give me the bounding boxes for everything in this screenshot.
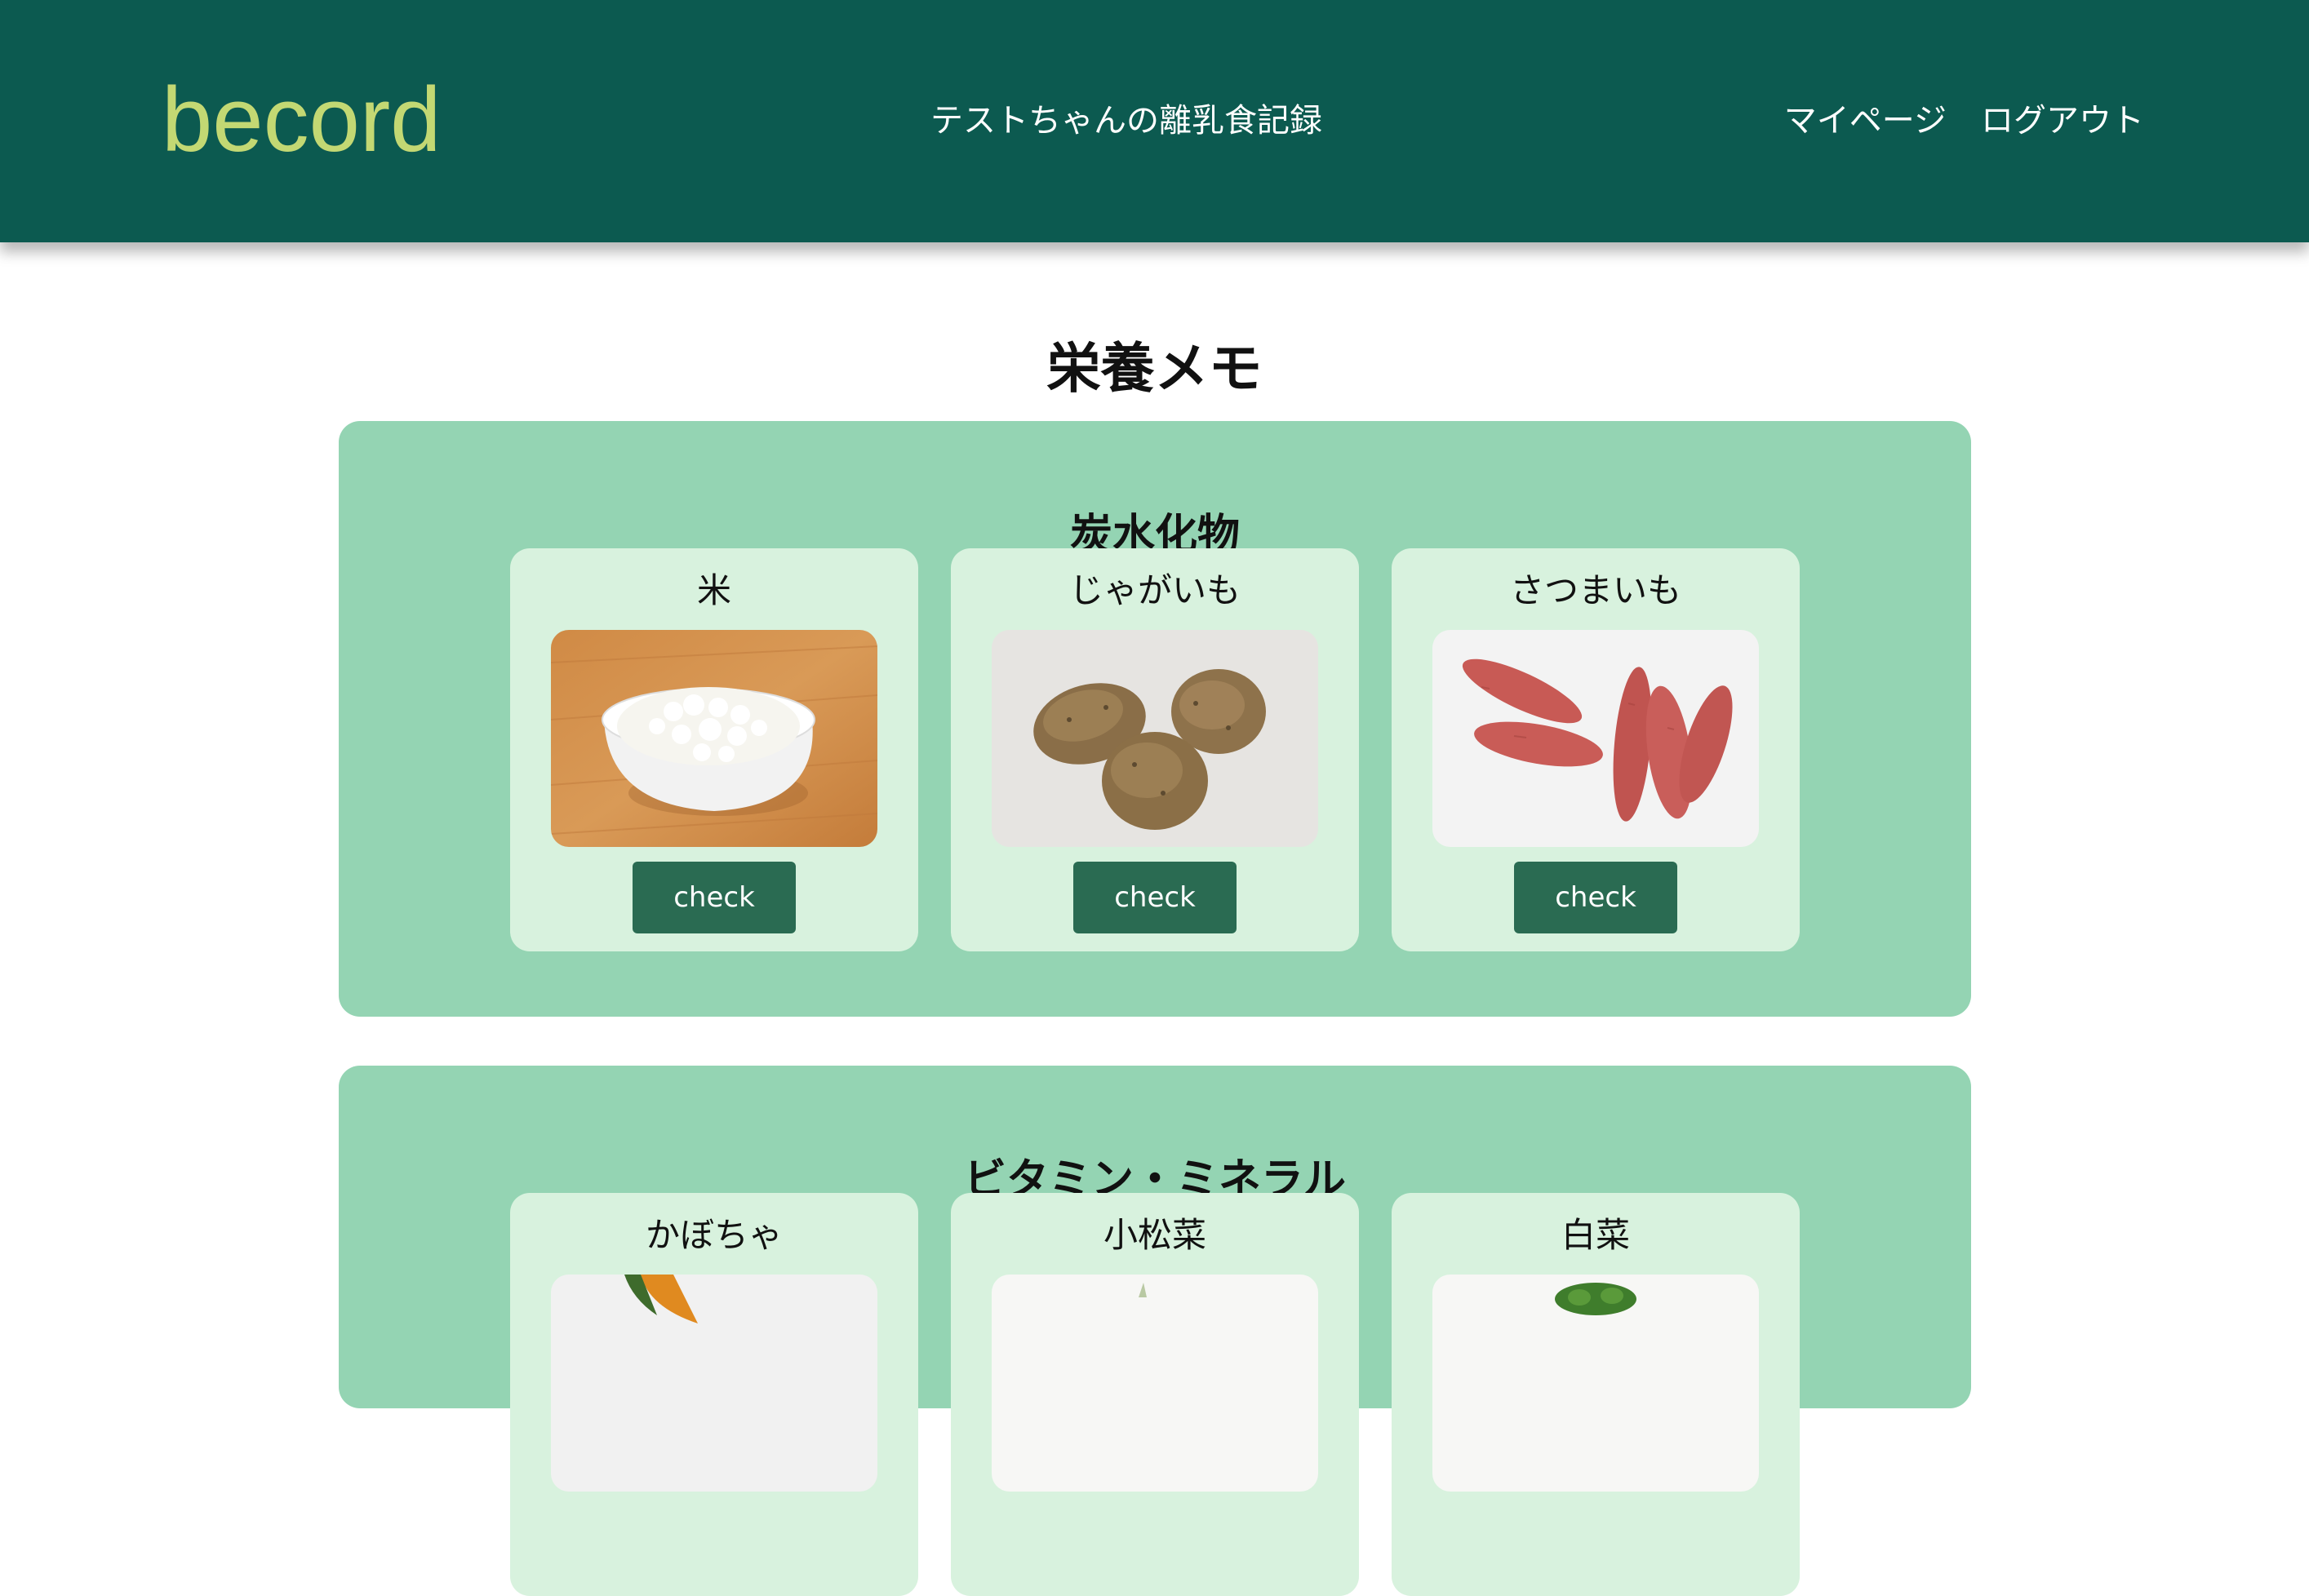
rice-bowl-photo bbox=[551, 630, 877, 847]
food-card-sweet-potato: さつまいも check bbox=[1392, 548, 1800, 951]
logout-link[interactable]: ログアウト bbox=[1981, 96, 2144, 145]
napa-cabbage-photo bbox=[1432, 1275, 1759, 1492]
food-card-komatsuna: 小松菜 bbox=[951, 1193, 1359, 1596]
food-name: 白菜 bbox=[1561, 1215, 1630, 1255]
food-name: かぼちゃ bbox=[645, 1215, 783, 1255]
category-vitamins-minerals: ビタミン・ミネラル かぼちゃ 小松菜 白菜 bbox=[339, 1066, 1971, 1596]
potatoes-photo bbox=[992, 630, 1318, 847]
food-name: 小松菜 bbox=[1103, 1215, 1206, 1255]
site-header: becord テストちゃんの離乳食記録 マイページ ログアウト bbox=[0, 0, 2309, 242]
food-card-potato: じゃがいも check bbox=[951, 548, 1359, 951]
page-title: 栄養メモ bbox=[1046, 337, 1263, 401]
mypage-link[interactable]: マイページ bbox=[1784, 96, 1947, 145]
check-button[interactable]: check bbox=[633, 862, 796, 933]
food-name: さつまいも bbox=[1509, 570, 1681, 610]
food-name: 米 bbox=[696, 570, 731, 610]
pumpkin-photo bbox=[551, 1275, 877, 1492]
check-button[interactable]: check bbox=[1073, 862, 1237, 933]
logo[interactable]: becord bbox=[162, 67, 441, 173]
sweet-potatoes-photo bbox=[1432, 630, 1759, 847]
header-nav: マイページ ログアウト bbox=[1784, 96, 2144, 145]
food-card-rice: 米 check bbox=[510, 548, 918, 951]
komatsuna-photo bbox=[992, 1275, 1318, 1492]
food-name: じゃがいも bbox=[1068, 570, 1241, 610]
child-record-title: テストちゃんの離乳食記録 bbox=[930, 102, 1322, 140]
food-card-napa-cabbage: 白菜 bbox=[1392, 1193, 1800, 1596]
food-card-pumpkin: かぼちゃ bbox=[510, 1193, 918, 1596]
check-button[interactable]: check bbox=[1514, 862, 1677, 933]
category-carbohydrates: 炭水化物 米 check じゃがいも check さつまいも check bbox=[339, 421, 1971, 1017]
